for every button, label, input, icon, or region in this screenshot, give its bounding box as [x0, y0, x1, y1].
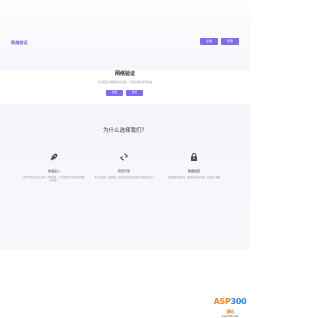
- sync-icon: [120, 153, 128, 161]
- top-bar: 网络验证 注册 登录: [0, 0, 250, 70]
- feature-card-stable: 稳定可靠 多节点部署，高速稳定，保证您的软件验证服务持续稳定运行: [88, 144, 160, 194]
- feature-desc: 多节点部署，高速稳定，保证您的软件验证服务持续稳定运行: [94, 176, 154, 179]
- header-actions: 注册 登录: [199, 38, 239, 45]
- hero-login-button[interactable]: 登录: [126, 90, 143, 96]
- watermark-url: asp300.net: [221, 314, 239, 318]
- hero-register-button[interactable]: 注册: [106, 90, 123, 96]
- features-section: 为什么选择我们？ 快速接入 提供多种语言接入示例，简单快捷，几分钟即可完成软件的…: [0, 104, 250, 318]
- feature-desc: 采用多重加密算法，数据传输安全加密，有效防止破解: [167, 176, 221, 179]
- header-login-button[interactable]: 登录: [220, 38, 239, 45]
- hero-subtitle: 安全稳定的网络验证系统，为您的软件保驾护航: [97, 81, 153, 84]
- feature-card-secure: 数据加密 采用多重加密算法，数据传输安全加密，有效防止破解: [158, 144, 230, 194]
- watermark: ASP300源码 asp300.net: [213, 297, 247, 318]
- watermark-logo: ASP300源码: [213, 297, 247, 314]
- feature-name: 数据加密: [187, 169, 200, 173]
- feature-desc: 提供多种语言接入示例，简单快捷，几分钟即可完成软件的网络验证接入: [23, 176, 85, 183]
- hero-title: 网络验证: [114, 71, 135, 77]
- feature-name: 快速接入: [47, 169, 60, 173]
- feature-name: 稳定可靠: [117, 169, 130, 173]
- rocket-icon: [50, 153, 58, 161]
- hero-actions: 注册 登录: [106, 90, 143, 96]
- feature-card-fast: 快速接入 提供多种语言接入示例，简单快捷，几分钟即可完成软件的网络验证接入: [18, 144, 90, 194]
- hero-section: 网络验证 安全稳定的网络验证系统，为您的软件保驾护航 注册 登录: [0, 70, 250, 105]
- header-register-button[interactable]: 注册: [199, 38, 218, 45]
- site-logo[interactable]: 网络验证: [11, 40, 28, 46]
- lock-icon: [191, 153, 197, 161]
- features-title: 为什么选择我们？: [102, 128, 147, 134]
